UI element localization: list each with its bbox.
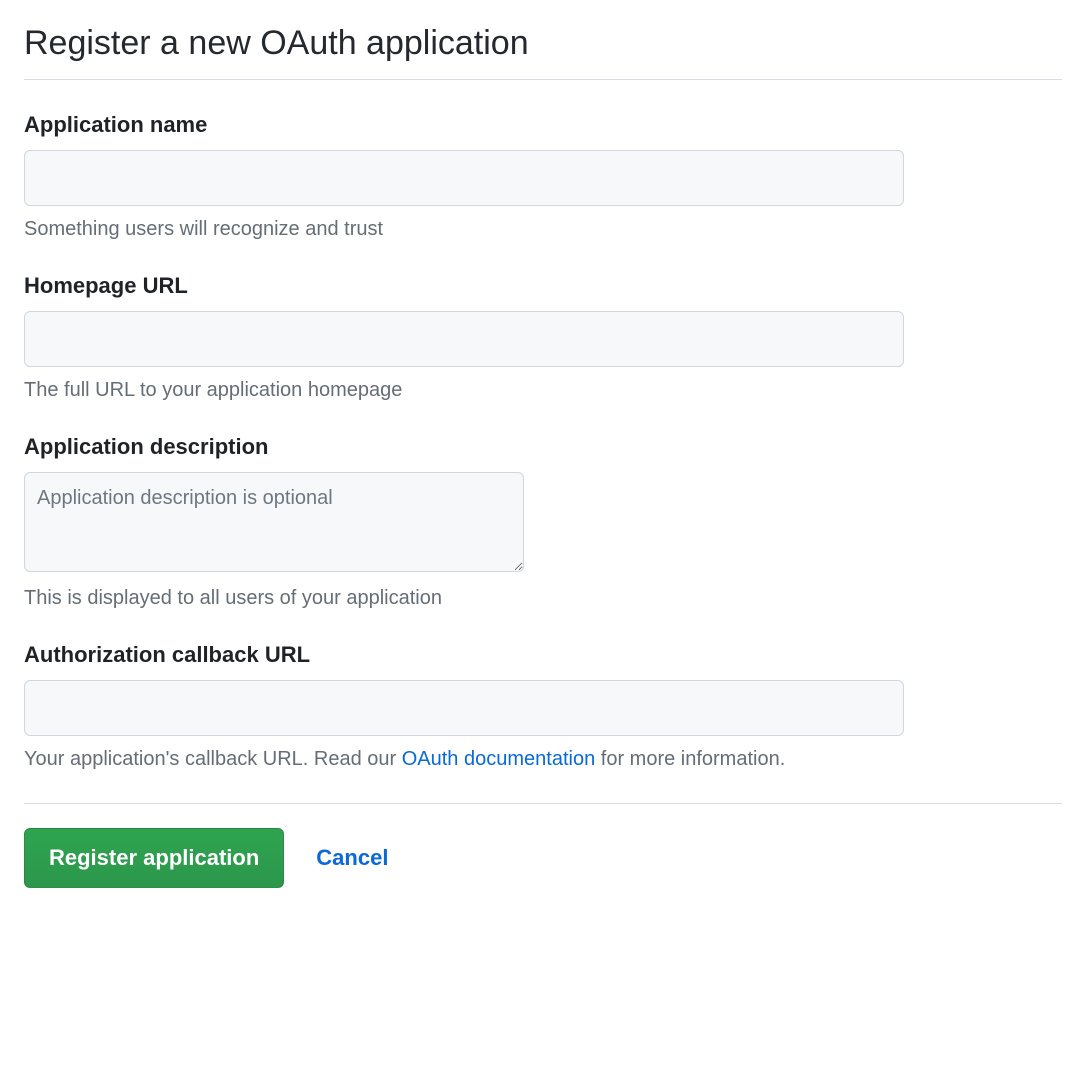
app-name-input[interactable] — [24, 150, 904, 206]
form-group-callback-url: Authorization callback URL Your applicat… — [24, 642, 1062, 771]
form-group-app-description: Application description This is displaye… — [24, 434, 1062, 610]
form-actions: Register application Cancel — [24, 828, 1062, 888]
register-application-button[interactable]: Register application — [24, 828, 284, 888]
callback-url-input[interactable] — [24, 680, 904, 736]
homepage-url-note: The full URL to your application homepag… — [24, 379, 1062, 402]
cancel-link[interactable]: Cancel — [316, 845, 388, 871]
oauth-documentation-link[interactable]: OAuth documentation — [402, 748, 595, 770]
footer-divider — [24, 803, 1062, 804]
homepage-url-label: Homepage URL — [24, 273, 1062, 299]
app-name-note: Something users will recognize and trust — [24, 218, 1062, 241]
app-name-label: Application name — [24, 112, 1062, 138]
callback-url-note: Your application's callback URL. Read ou… — [24, 748, 1062, 771]
callback-url-label: Authorization callback URL — [24, 642, 1062, 668]
app-description-label: Application description — [24, 434, 1062, 460]
callback-note-prefix: Your application's callback URL. Read ou… — [24, 748, 402, 770]
app-description-note: This is displayed to all users of your a… — [24, 587, 1062, 610]
page-title: Register a new OAuth application — [24, 24, 1062, 80]
form-group-homepage-url: Homepage URL The full URL to your applic… — [24, 273, 1062, 402]
callback-note-suffix: for more information. — [595, 748, 785, 770]
app-description-textarea[interactable] — [24, 472, 524, 572]
homepage-url-input[interactable] — [24, 311, 904, 367]
form-group-app-name: Application name Something users will re… — [24, 112, 1062, 241]
